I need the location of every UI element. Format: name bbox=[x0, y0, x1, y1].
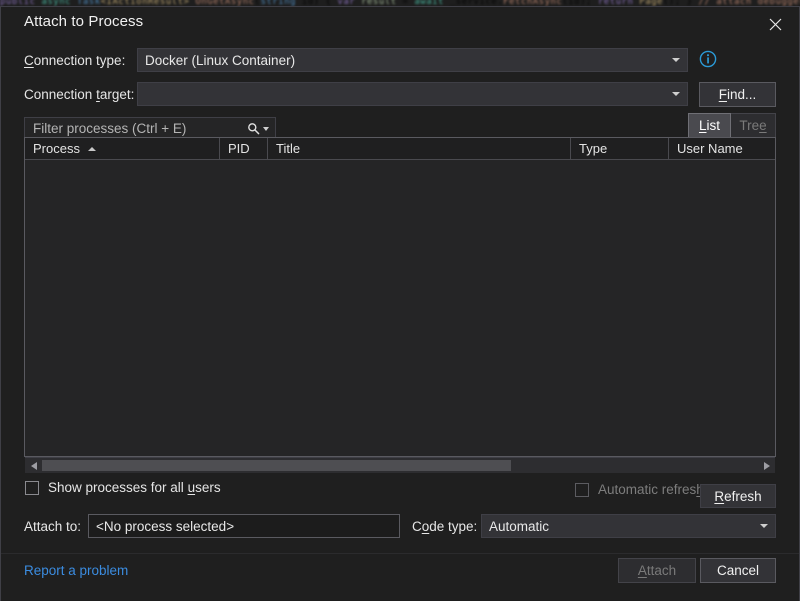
scroll-right-arrow-icon[interactable] bbox=[758, 458, 775, 473]
connection-type-label: Connection type: bbox=[24, 53, 125, 68]
cancel-button-label: Cancel bbox=[717, 563, 759, 578]
column-header-title[interactable]: Title bbox=[268, 138, 571, 159]
attach-button-label: Attach bbox=[638, 563, 676, 578]
checkbox-box bbox=[575, 483, 589, 497]
filter-placeholder: Filter processes (Ctrl + E) bbox=[33, 121, 247, 136]
attach-to-process-dialog: Attach to Process Connection type: Docke… bbox=[0, 6, 800, 600]
chevron-down-icon bbox=[760, 524, 768, 528]
view-toggle-list-label: List bbox=[699, 118, 720, 133]
find-button[interactable]: Find... bbox=[699, 82, 776, 107]
view-toggle-list-button[interactable]: List bbox=[688, 113, 731, 138]
checkbox-box bbox=[25, 481, 39, 495]
scrollbar-track[interactable] bbox=[42, 458, 758, 473]
code-type-value: Automatic bbox=[489, 519, 549, 534]
connection-type-combobox[interactable]: Docker (Linux Container) bbox=[137, 48, 688, 72]
scrollbar-thumb[interactable] bbox=[42, 460, 511, 471]
process-list-hscrollbar[interactable] bbox=[25, 457, 775, 473]
view-toggle-tree-label: Tree bbox=[739, 118, 766, 133]
attach-to-label: Attach to: bbox=[24, 519, 81, 534]
search-icon[interactable] bbox=[247, 122, 269, 135]
dialog-titlebar: Attach to Process bbox=[0, 7, 800, 41]
show-all-users-checkbox[interactable]: Show processes for all users bbox=[25, 480, 221, 495]
automatic-refresh-checkbox[interactable]: Automatic refresh bbox=[575, 482, 704, 497]
automatic-refresh-label: Automatic refresh bbox=[598, 482, 704, 497]
process-list-header: Process PID Title Type User Name bbox=[25, 138, 775, 160]
footer-divider bbox=[1, 553, 799, 554]
chevron-down-icon bbox=[263, 127, 269, 131]
column-header-type[interactable]: Type bbox=[571, 138, 669, 159]
process-list[interactable]: Process PID Title Type User Name bbox=[24, 137, 776, 457]
code-type-label: Code type: bbox=[412, 519, 477, 534]
sort-ascending-icon bbox=[88, 147, 96, 151]
cancel-button[interactable]: Cancel bbox=[700, 558, 776, 583]
view-toggle-tree-button[interactable]: Tree bbox=[731, 113, 776, 138]
scroll-left-arrow-icon[interactable] bbox=[25, 458, 42, 473]
connection-type-value: Docker (Linux Container) bbox=[145, 53, 295, 68]
refresh-button-label: Refresh bbox=[714, 489, 761, 504]
attach-to-field[interactable]: <No process selected> bbox=[88, 514, 400, 538]
chevron-down-icon bbox=[672, 58, 680, 62]
close-icon[interactable] bbox=[758, 9, 792, 39]
connection-target-combobox[interactable] bbox=[137, 82, 688, 106]
column-header-user-name[interactable]: User Name bbox=[669, 138, 775, 159]
info-icon[interactable] bbox=[699, 50, 717, 68]
column-header-process[interactable]: Process bbox=[25, 138, 220, 159]
find-button-label: Find... bbox=[719, 87, 757, 102]
attach-to-value: <No process selected> bbox=[96, 519, 234, 534]
column-header-pid[interactable]: PID bbox=[220, 138, 268, 159]
code-type-combobox[interactable]: Automatic bbox=[481, 514, 776, 538]
dialog-title: Attach to Process bbox=[24, 13, 143, 30]
attach-button[interactable]: Attach bbox=[618, 558, 696, 583]
chevron-down-icon bbox=[672, 92, 680, 96]
connection-target-label: Connection target: bbox=[24, 87, 134, 102]
show-all-users-label: Show processes for all users bbox=[48, 480, 221, 495]
report-a-problem-link[interactable]: Report a problem bbox=[24, 563, 128, 578]
refresh-button[interactable]: Refresh bbox=[700, 484, 776, 508]
process-list-body[interactable] bbox=[25, 160, 775, 434]
